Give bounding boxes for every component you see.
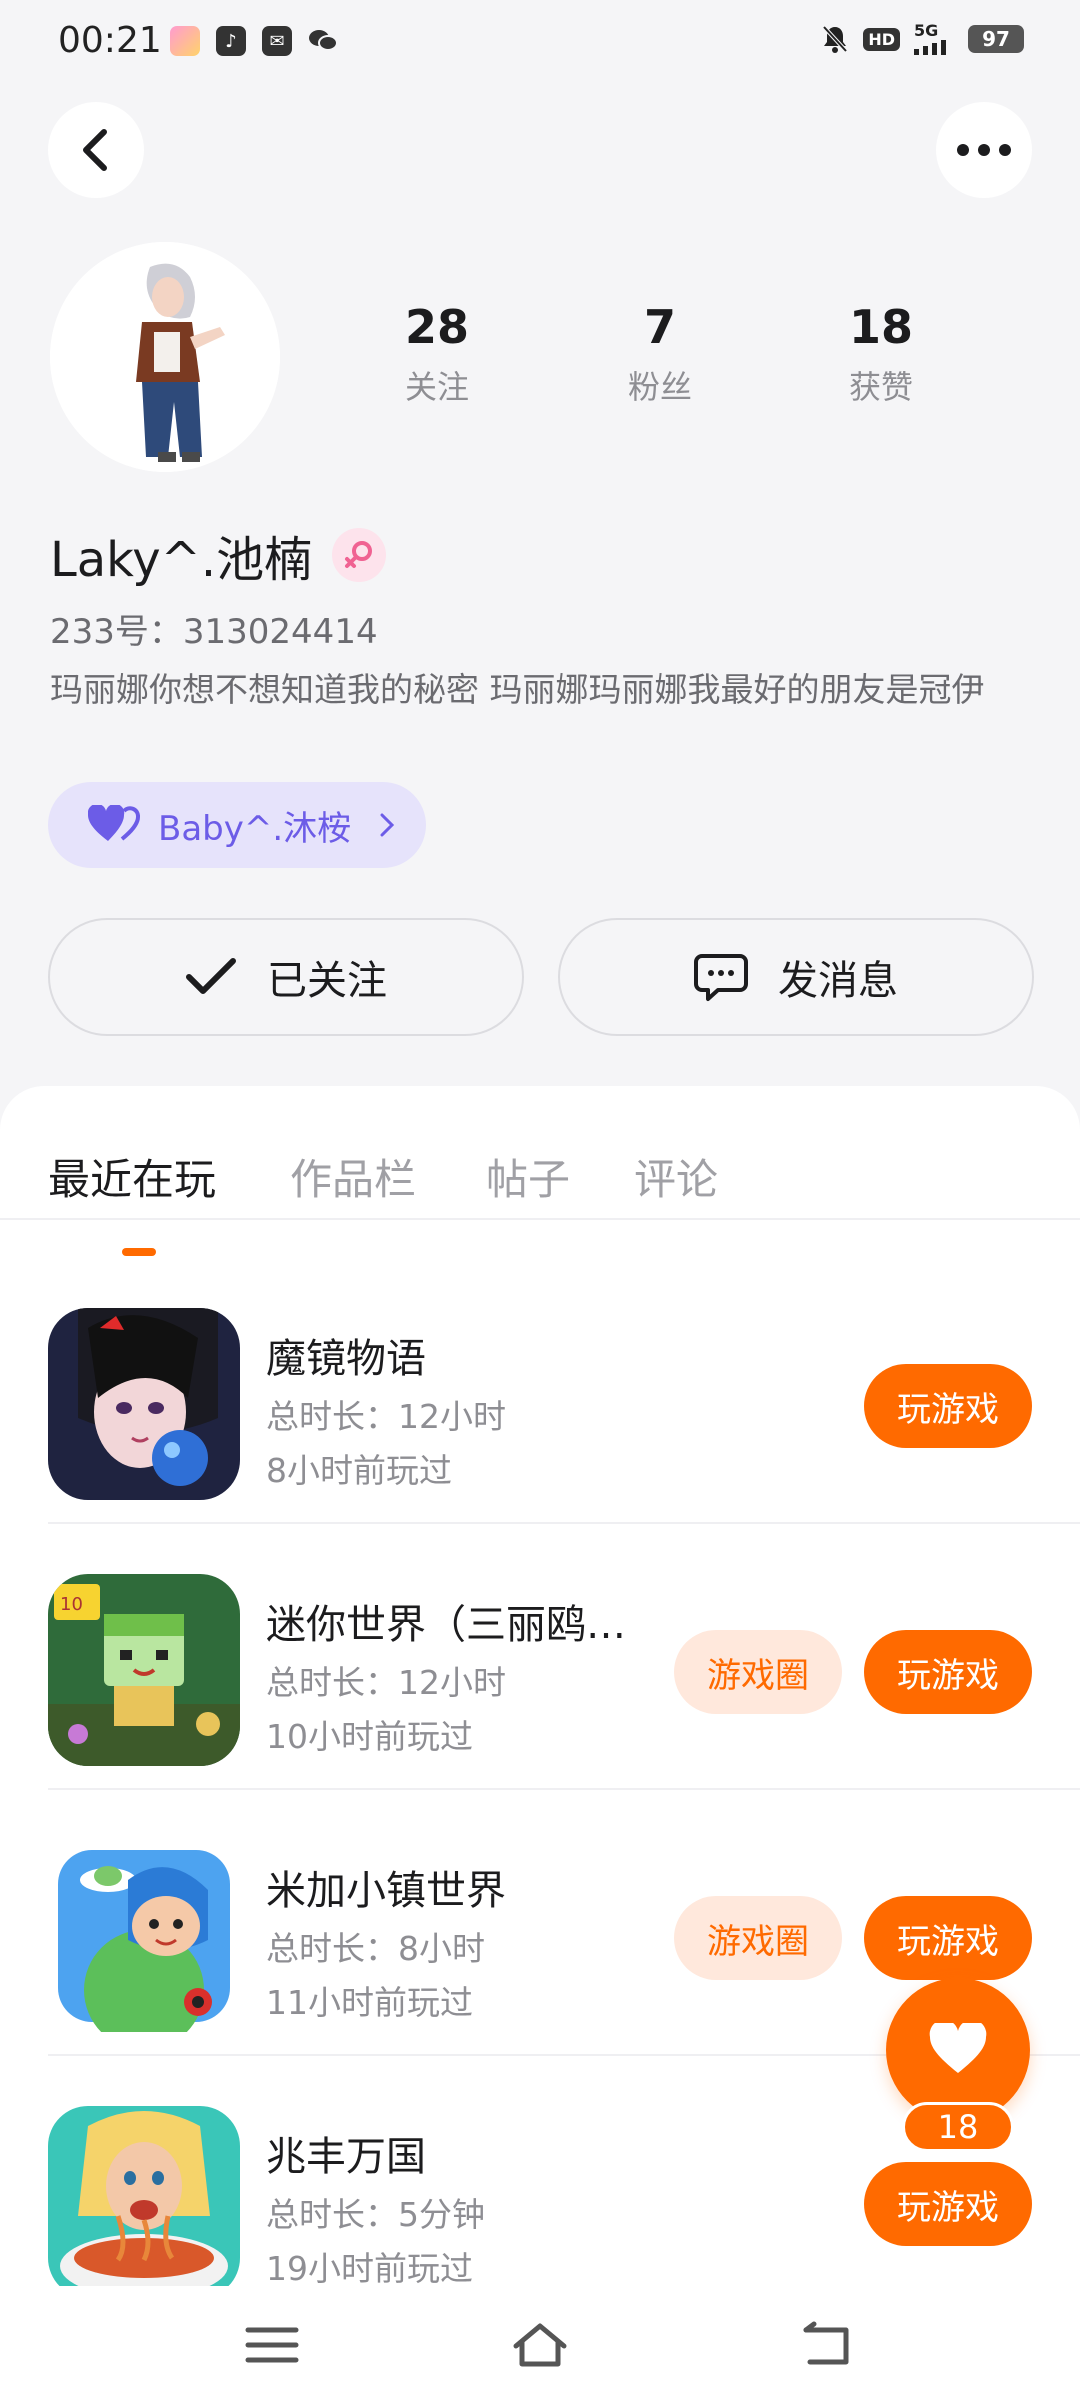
- network-type: 5G: [914, 21, 939, 40]
- tab-posts[interactable]: 帖子: [486, 1146, 570, 1207]
- wechat-icon: [308, 26, 338, 56]
- stat-likes[interactable]: 18 获赞: [801, 300, 961, 408]
- chat-bubble-icon: [694, 954, 748, 1001]
- tab-comments[interactable]: 评论: [634, 1146, 718, 1207]
- more-dots-icon: [957, 144, 1011, 156]
- likes-count: 18: [848, 300, 913, 354]
- home-icon[interactable]: [510, 2320, 570, 2370]
- avatar[interactable]: [50, 242, 280, 472]
- chevron-right-icon: [380, 813, 395, 837]
- play-game-button[interactable]: 玩游戏: [864, 2162, 1032, 2246]
- following-label: 关注: [404, 368, 469, 406]
- status-bar: 00:21 ♪ ✉ HD 5G 97: [0, 0, 1080, 84]
- svg-text:10: 10: [60, 1594, 83, 1615]
- heart-icon: [929, 2023, 987, 2073]
- game-icon-zhaofeng[interactable]: [48, 2106, 240, 2298]
- battery-level: 97: [982, 27, 1010, 51]
- system-nav-bar: [0, 2286, 1080, 2400]
- tab-works[interactable]: 作品栏: [290, 1146, 416, 1207]
- game-duration: 总时长：8小时: [266, 1929, 485, 1968]
- like-button[interactable]: [886, 1978, 1030, 2122]
- game-duration: 总时长：5分钟: [266, 2195, 485, 2234]
- game-name: 迷你世界（三丽鸥…: [266, 1602, 626, 1648]
- like-count-badge: 18: [902, 2102, 1014, 2152]
- status-time: 00:21: [58, 20, 162, 61]
- tiktok-icon: ♪: [216, 26, 246, 56]
- profile-name-row: Laky^.池楠: [50, 520, 387, 590]
- game-name: 兆丰万国: [266, 2134, 426, 2180]
- user-id: 233号：313024414: [50, 612, 378, 652]
- back-button[interactable]: [48, 102, 144, 198]
- game-row[interactable]: 10 迷你世界（三丽鸥… 总时长：12小时 10小时前玩过 游戏圈 玩游戏: [0, 1524, 1080, 1790]
- game-row[interactable]: 魔镜物语 总时长：12小时 8小时前玩过 玩游戏: [0, 1258, 1080, 1524]
- following-button-label: 已关注: [267, 958, 387, 1004]
- play-game-button[interactable]: 玩游戏: [864, 1630, 1032, 1714]
- username: Laky^.池楠: [50, 532, 313, 588]
- signal-icon: 5G: [914, 21, 954, 55]
- status-indicators: HD 5G 97: [821, 21, 1024, 55]
- play-game-button[interactable]: 玩游戏: [864, 1896, 1032, 1980]
- game-last-played: 8小时前玩过: [266, 1451, 452, 1490]
- heart-pair-icon: [88, 805, 140, 841]
- bio: 玛丽娜你想不想知道我的秘密 玛丽娜玛丽娜我最好的朋友是冠伊: [50, 670, 985, 709]
- game-name: 魔镜物语: [266, 1336, 426, 1382]
- play-game-button[interactable]: 玩游戏: [864, 1364, 1032, 1448]
- game-icon-mirror-story[interactable]: [48, 1308, 240, 1500]
- game-circle-button[interactable]: 游戏圈: [674, 1630, 842, 1714]
- photo-app-icon: [170, 26, 200, 56]
- partner-chip[interactable]: Baby^.沐桉: [48, 782, 426, 868]
- tabs-divider: [0, 1218, 1080, 1220]
- game-list: 魔镜物语 总时长：12小时 8小时前玩过 玩游戏 10 迷你世界（三丽鸥… 总时…: [0, 1258, 1080, 2322]
- followers-label: 粉丝: [627, 368, 692, 406]
- likes-label: 获赞: [848, 368, 913, 406]
- menu-icon[interactable]: [242, 2320, 302, 2370]
- tab-recently-played[interactable]: 最近在玩: [48, 1146, 216, 1207]
- message-button-label: 发消息: [778, 958, 898, 1004]
- mail-icon: ✉: [262, 26, 292, 56]
- game-last-played: 19小时前玩过: [266, 2249, 473, 2288]
- game-duration: 总时长：12小时: [266, 1397, 506, 1436]
- status-app-icons: ♪ ✉: [170, 26, 338, 56]
- chevron-left-icon: [83, 129, 107, 171]
- female-icon: [332, 528, 387, 582]
- following-button[interactable]: 已关注: [48, 918, 524, 1036]
- game-last-played: 11小时前玩过: [266, 1983, 473, 2022]
- tab-bar: 最近在玩 作品栏 帖子 评论: [0, 1126, 1080, 1256]
- followers-count: 7: [643, 300, 676, 354]
- partner-name: Baby^.沐桉: [158, 808, 352, 849]
- hd-icon: HD: [863, 24, 900, 54]
- game-icon-miga-town[interactable]: [48, 1840, 240, 2032]
- more-button[interactable]: [936, 102, 1032, 198]
- message-button[interactable]: 发消息: [558, 918, 1034, 1036]
- game-duration: 总时长：12小时: [266, 1663, 506, 1702]
- game-circle-button[interactable]: 游戏圈: [674, 1896, 842, 1980]
- stat-followers[interactable]: 7 粉丝: [580, 300, 740, 408]
- active-tab-indicator: [122, 1248, 156, 1256]
- game-last-played: 10小时前玩过: [266, 1717, 473, 1756]
- game-icon-mini-world[interactable]: 10: [48, 1574, 240, 1766]
- back-nav-icon[interactable]: [796, 2320, 856, 2370]
- mute-bell-icon: [821, 24, 849, 54]
- game-name: 米加小镇世界: [266, 1868, 506, 1914]
- stat-following[interactable]: 28 关注: [357, 300, 517, 408]
- check-icon: [186, 958, 236, 994]
- following-count: 28: [404, 300, 469, 354]
- battery-icon: 97: [968, 25, 1024, 53]
